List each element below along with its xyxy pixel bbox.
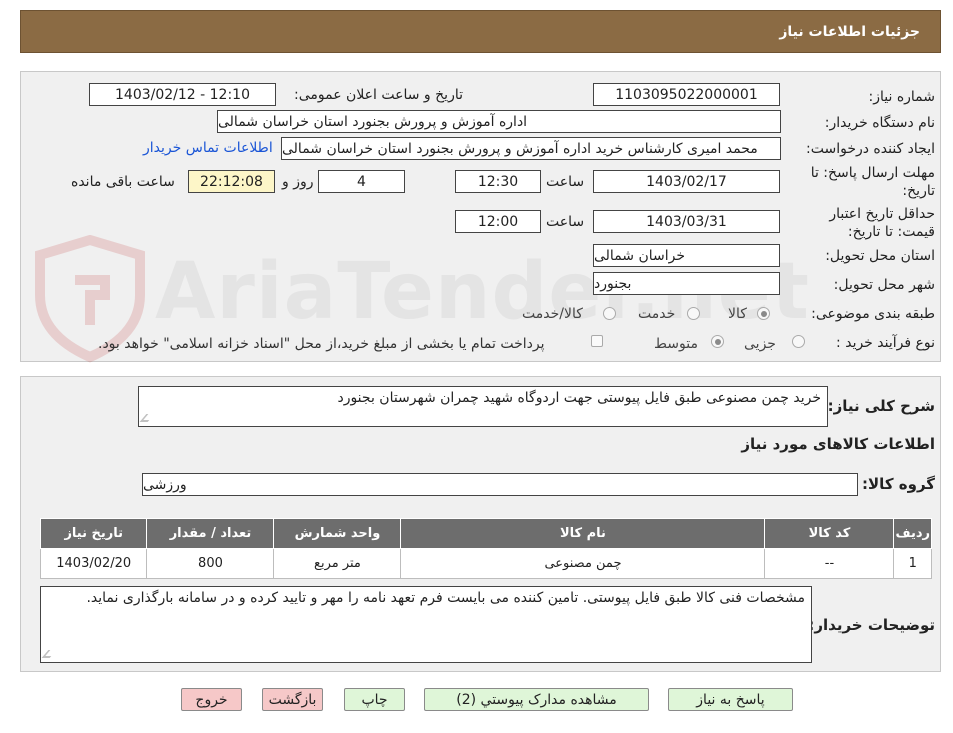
buyer-org-field: اداره آموزش و پرورش بجنورد استان خراسان …	[217, 110, 781, 133]
process-label: نوع فرآیند خرید :	[836, 335, 935, 351]
deadline-date-field: 1403/02/17	[593, 170, 780, 193]
buyer-notes-text: مشخصات فنی کالا طبق فایل پیوستی. تامین ک…	[86, 590, 805, 606]
deadline-days-field: 4	[318, 170, 405, 193]
category-option-goods: کالا	[728, 306, 747, 322]
process-option-medium: متوسط	[654, 336, 698, 352]
attachments-button[interactable]: مشاهده مدارک پیوستي (2)	[424, 688, 649, 711]
category-radio-goods[interactable]	[757, 307, 770, 320]
summary-label: شرح کلی نیاز:	[827, 397, 935, 415]
summary-text: خرید چمن مصنوعی طبق فایل پیوستی جهت اردو…	[337, 390, 821, 406]
page-title: جزئیات اطلاعات نیاز	[779, 23, 920, 40]
treasury-payment-checkbox[interactable]	[591, 335, 603, 347]
validity-time-label: ساعت	[546, 214, 585, 230]
remaining-time-field: 22:12:08	[188, 170, 275, 193]
validity-date-field: 1403/03/31	[593, 210, 780, 233]
buyer-notes-label: توضیحات خریدار:	[808, 616, 935, 634]
col-unit: واحد شمارش	[273, 518, 402, 549]
process-radio-minor[interactable]	[792, 335, 805, 348]
process-option-minor: جزیی	[744, 336, 776, 352]
category-option-service: خدمت	[638, 306, 676, 322]
back-button[interactable]: بازگشت	[262, 688, 323, 711]
category-option-goods-service: کالا/خدمت	[522, 306, 583, 322]
goods-section-title: اطلاعات کالاهای مورد نیاز	[741, 435, 935, 453]
col-name: نام کالا	[400, 518, 766, 549]
deadline-time-label: ساعت	[546, 174, 585, 190]
validity-label-line2: قیمت: تا تاریخ:	[847, 224, 935, 240]
cell-row: 1	[893, 548, 932, 579]
city-label: شهر محل تحویل:	[833, 277, 935, 293]
treasury-payment-note: پرداخت تمام یا بخشی از مبلغ خرید،از محل …	[98, 336, 545, 352]
province-field: خراسان شمالی	[593, 244, 780, 267]
col-code: کد کالا	[764, 518, 895, 549]
deadline-days-label: روز و	[282, 174, 314, 190]
goods-group-field: ورزشی	[142, 473, 858, 496]
resize-grip-icon[interactable]	[139, 414, 155, 422]
need-number-field: 1103095022000001	[593, 83, 780, 106]
requester-field: محمد امیری کارشناس خرید اداره آموزش و پر…	[281, 137, 781, 160]
city-field: بجنورد	[593, 272, 780, 295]
category-label: طبقه بندی موضوعی:	[811, 306, 935, 322]
items-table-header: ردیف کد کالا نام کالا واحد شمارش تعداد /…	[39, 518, 932, 549]
cell-name: چمن مصنوعی	[400, 548, 766, 579]
category-radio-goods-service[interactable]	[603, 307, 616, 320]
deadline-time-field: 12:30	[455, 170, 541, 193]
category-radio-service[interactable]	[687, 307, 700, 320]
remaining-time-label: ساعت باقی مانده	[71, 174, 175, 190]
deadline-label-line2: تاریخ:	[902, 183, 935, 199]
need-number-label: شماره نیاز:	[868, 89, 936, 105]
col-row: ردیف	[893, 518, 932, 549]
page-header: جزئیات اطلاعات نیاز	[20, 10, 941, 53]
cell-need-date: 1403/02/20	[39, 548, 148, 579]
buyer-notes-textarea[interactable]: مشخصات فنی کالا طبق فایل پیوستی. تامین ک…	[40, 586, 812, 663]
exit-button[interactable]: خروج	[181, 688, 242, 711]
col-quantity: تعداد / مقدار	[146, 518, 275, 549]
cell-quantity: 800	[146, 548, 275, 579]
process-radio-medium[interactable]	[711, 335, 724, 348]
announce-datetime-field: 1403/02/12 - 12:10	[89, 83, 276, 106]
requester-label: ایجاد کننده درخواست:	[806, 141, 935, 157]
province-label: استان محل تحویل:	[825, 248, 935, 264]
announce-datetime-label: تاریخ و ساعت اعلان عمومی:	[294, 87, 463, 103]
validity-time-field: 12:00	[455, 210, 541, 233]
table-row: 1 -- چمن مصنوعی متر مربع 800 1403/02/20	[39, 548, 932, 579]
items-table: ردیف کد کالا نام کالا واحد شمارش تعداد /…	[39, 518, 932, 579]
deadline-label-line1: مهلت ارسال پاسخ: تا	[810, 165, 935, 181]
validity-label-line1: حداقل تاریخ اعتبار	[829, 206, 935, 222]
summary-textarea[interactable]: خرید چمن مصنوعی طبق فایل پیوستی جهت اردو…	[138, 386, 828, 427]
cell-unit: متر مربع	[273, 548, 402, 579]
print-button[interactable]: چاپ	[344, 688, 405, 711]
buyer-org-label: نام دستگاه خریدار:	[824, 115, 935, 131]
goods-group-label: گروه کالا:	[862, 475, 935, 493]
cell-code: --	[764, 548, 895, 579]
buyer-contact-link[interactable]: اطلاعات تماس خریدار	[143, 140, 273, 156]
reply-button[interactable]: پاسخ به نیاز	[668, 688, 793, 711]
col-need-date: تاریخ نیاز	[39, 518, 148, 549]
resize-grip-icon[interactable]	[41, 650, 57, 658]
